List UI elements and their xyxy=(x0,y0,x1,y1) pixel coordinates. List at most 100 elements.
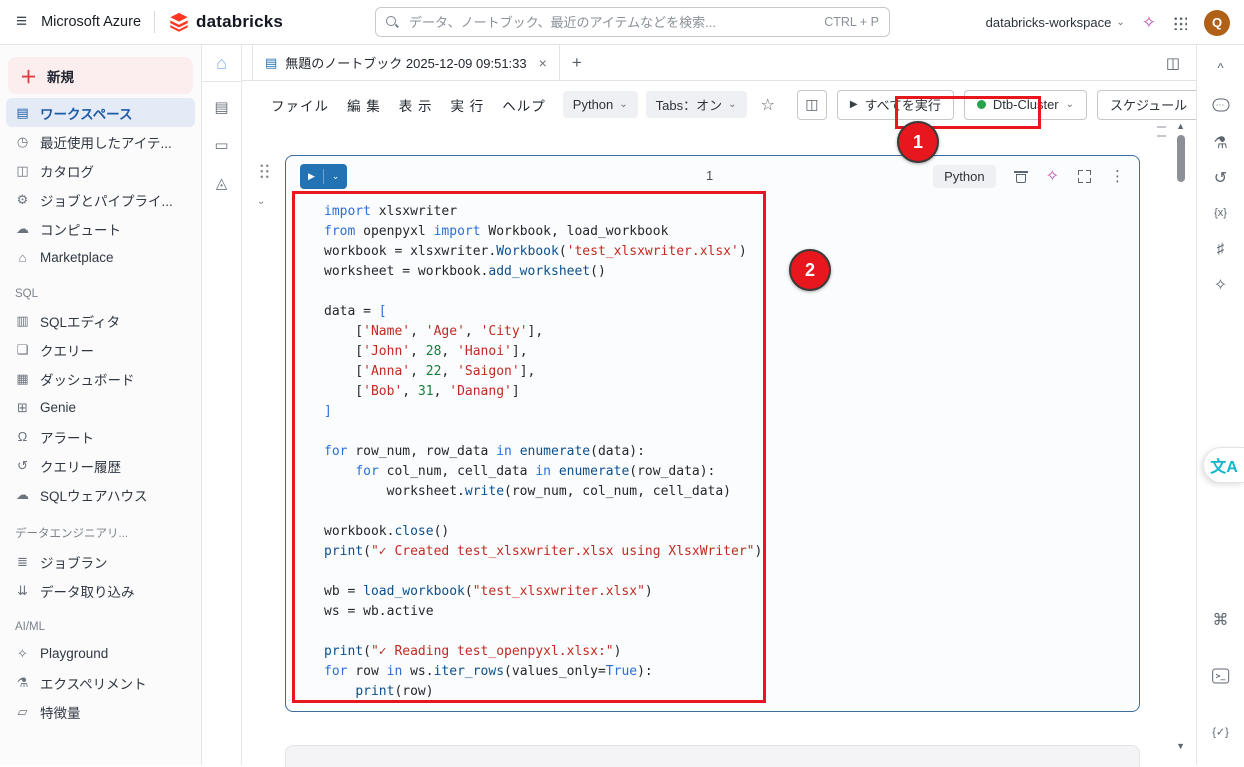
translate-button[interactable]: 文A xyxy=(1203,447,1244,483)
delete-cell-icon[interactable] xyxy=(1015,169,1027,183)
menu-edit[interactable]: 編 集 xyxy=(338,95,390,115)
keyboard-shortcuts-icon[interactable]: ⌘ xyxy=(1213,610,1229,630)
collapse-right-panel-icon[interactable]: ^ xyxy=(1217,61,1223,76)
code-diagnostics-icon[interactable]: {✓} xyxy=(1212,726,1229,739)
sidebar-item-queries[interactable]: ❏クエリー xyxy=(6,335,195,364)
search-input[interactable] xyxy=(407,14,816,31)
code-line[interactable]: ['Name', 'Age', 'City'], xyxy=(324,322,1139,342)
cell-language-badge[interactable]: Python xyxy=(933,165,995,188)
assistant-icon[interactable]: ✧ xyxy=(1214,275,1227,295)
scrollbar-thumb[interactable] xyxy=(1177,135,1185,182)
code-line[interactable] xyxy=(324,502,1139,522)
notebook-tab[interactable]: ▤ 無題のノートブック 2025-12-09 09:51:33 × xyxy=(252,45,560,80)
tabs-toggle[interactable]: Tabs：オン ⌄ xyxy=(646,91,747,118)
code-line[interactable]: import xlsxwriter xyxy=(324,202,1139,222)
sidebar-item-sql-editor[interactable]: ▥SQLエディタ xyxy=(6,306,195,335)
scrollbar-up-icon[interactable]: ▲ xyxy=(1176,121,1185,131)
code-line[interactable]: ['Bob', 31, 'Danang'] xyxy=(324,382,1139,402)
code-line[interactable]: print(row) xyxy=(324,682,1139,702)
menu-view[interactable]: 表 示 xyxy=(390,95,442,115)
workspace-selector[interactable]: databricks-workspace ⌄ xyxy=(986,15,1125,30)
schedule-button[interactable]: スケジュール xyxy=(1097,90,1200,120)
catalog-browser-button[interactable]: ◬ xyxy=(202,164,241,202)
sidebar-item-genie[interactable]: ⊞Genie xyxy=(6,393,195,422)
code-line[interactable]: wb = load_workbook("test_xlsxwriter.xlsx… xyxy=(324,582,1139,602)
sidebar-item-marketplace[interactable]: ⌂Marketplace xyxy=(6,243,195,272)
code-line[interactable]: data = [ xyxy=(324,302,1139,322)
sidebar-item-compute[interactable]: ☁コンピュート xyxy=(6,214,195,243)
scrollbar-down-icon[interactable]: ▼ xyxy=(1176,741,1185,751)
code-line[interactable] xyxy=(324,282,1139,302)
menu-run[interactable]: 実 行 xyxy=(442,95,494,115)
code-line[interactable]: for row_num, row_data in enumerate(data)… xyxy=(324,442,1139,462)
table-of-contents-button[interactable]: ▤ xyxy=(202,88,241,126)
code-line[interactable] xyxy=(324,622,1139,642)
sidebar-item-catalog[interactable]: ◫カタログ xyxy=(6,156,195,185)
apps-grid-icon[interactable] xyxy=(1173,16,1187,30)
home-button[interactable]: ⌂ xyxy=(202,45,241,82)
sidebar-item-features[interactable]: ▱特徴量 xyxy=(6,697,195,726)
menu-file[interactable]: ファイル xyxy=(262,95,338,115)
language-selector[interactable]: Python ⌄ xyxy=(563,91,638,118)
sidebar-item-data-ingestion[interactable]: ⇊データ取り込み xyxy=(6,576,195,605)
cell-menu-icon[interactable]: ⋮ xyxy=(1110,167,1125,185)
code-line[interactable]: print("✓ Created test_xlsxwriter.xlsx us… xyxy=(324,542,1139,562)
collapse-cell-icon[interactable]: ⌄ xyxy=(257,196,265,207)
sidebar-item-playground[interactable]: ✧Playground xyxy=(6,639,195,668)
cell-drag-handle[interactable] xyxy=(259,163,270,179)
run-cell-button[interactable]: ▶ ⌄ xyxy=(300,164,347,189)
code-line[interactable]: ws = wb.active xyxy=(324,602,1139,622)
favorite-star-icon[interactable]: ☆ xyxy=(755,95,781,115)
comments-icon[interactable]: … xyxy=(1212,99,1229,112)
version-history-icon[interactable]: ↺ xyxy=(1214,168,1227,188)
code-line[interactable]: for col_num, cell_data in enumerate(row_… xyxy=(324,462,1139,482)
sidebar-item-label: コンピュート xyxy=(40,219,121,239)
code-line[interactable]: workbook.close() xyxy=(324,522,1139,542)
databricks-wordmark[interactable]: databricks xyxy=(196,12,283,32)
sidebar-item-jobs-pipelines[interactable]: ⚙ジョブとパイプライ... xyxy=(6,185,195,214)
variables-icon[interactable]: {x} xyxy=(1214,207,1227,219)
code-editor[interactable]: import xlsxwriterfrom openpyxl import Wo… xyxy=(286,196,1139,702)
sidebar-item-dashboards[interactable]: ▦ダッシュボード xyxy=(6,364,195,393)
sidebar-item-workspace[interactable]: ▤ワークスペース xyxy=(6,98,195,127)
menu-help[interactable]: ヘルプ xyxy=(493,95,555,115)
close-tab-icon[interactable]: × xyxy=(539,55,547,71)
next-cell-partial[interactable] xyxy=(285,745,1140,767)
dashboard-panel-button[interactable]: ◫ xyxy=(797,90,827,120)
new-tab-button[interactable]: + xyxy=(560,45,594,80)
cluster-selector[interactable]: Dtb-Cluster ⌄ xyxy=(964,90,1087,120)
code-line[interactable]: for row in ws.iter_rows(values_only=True… xyxy=(324,662,1139,682)
sidebar-item-alerts[interactable]: Ωアラート xyxy=(6,422,195,451)
sidebar-item-recents[interactable]: ◷最近使用したアイテ... xyxy=(6,127,195,156)
sidebar-item-experiments[interactable]: ⚗エクスペリメント xyxy=(6,668,195,697)
avatar[interactable]: Q xyxy=(1204,10,1230,36)
code-line[interactable]: worksheet = workbook.add_worksheet() xyxy=(324,262,1139,282)
expand-cell-icon[interactable] xyxy=(1078,170,1091,183)
code-line[interactable]: print("✓ Reading test_openpyxl.xlsx:") xyxy=(324,642,1139,662)
experiments-flask-icon[interactable]: ⚗ xyxy=(1213,133,1227,153)
hamburger-menu-icon[interactable]: ≡ xyxy=(16,11,27,33)
sidebar-item-job-runs[interactable]: ≣ジョブラン xyxy=(6,547,195,576)
run-all-button[interactable]: ▶ すべてを実行 xyxy=(837,90,954,120)
split-view-icon[interactable]: ◫ xyxy=(1166,54,1180,72)
assistant-icon[interactable]: ✧ xyxy=(1142,13,1156,33)
code-line[interactable]: ['Anna', 22, 'Saigon'], xyxy=(324,362,1139,382)
new-button[interactable]: ＋ 新規 xyxy=(8,57,193,94)
code-line[interactable] xyxy=(324,422,1139,442)
sidebar-item-sql-warehouses[interactable]: ☁SQLウェアハウス xyxy=(6,480,195,509)
features-icon: ▱ xyxy=(14,704,31,720)
assistant-icon[interactable]: ✧ xyxy=(1046,166,1059,186)
terminal-icon[interactable]: >_ xyxy=(1212,669,1230,684)
code-line[interactable]: from openpyxl import Workbook, load_work… xyxy=(324,222,1139,242)
code-line[interactable]: ['John', 28, 'Hanoi'], xyxy=(324,342,1139,362)
databricks-logo-icon[interactable] xyxy=(168,11,190,33)
search-bar[interactable]: CTRL + P xyxy=(375,7,890,37)
environment-settings-icon[interactable]: ♯ xyxy=(1217,241,1225,258)
sidebar-item-query-history[interactable]: ↺クエリー履歴 xyxy=(6,451,195,480)
code-line[interactable]: ] xyxy=(324,402,1139,422)
code-line[interactable]: workbook = xlsxwriter.Workbook('test_xls… xyxy=(324,242,1139,262)
folder-browser-button[interactable]: ▭ xyxy=(202,126,241,164)
code-line[interactable] xyxy=(324,562,1139,582)
code-line[interactable]: worksheet.write(row_num, col_num, cell_d… xyxy=(324,482,1139,502)
queries-icon: ❏ xyxy=(14,342,31,358)
